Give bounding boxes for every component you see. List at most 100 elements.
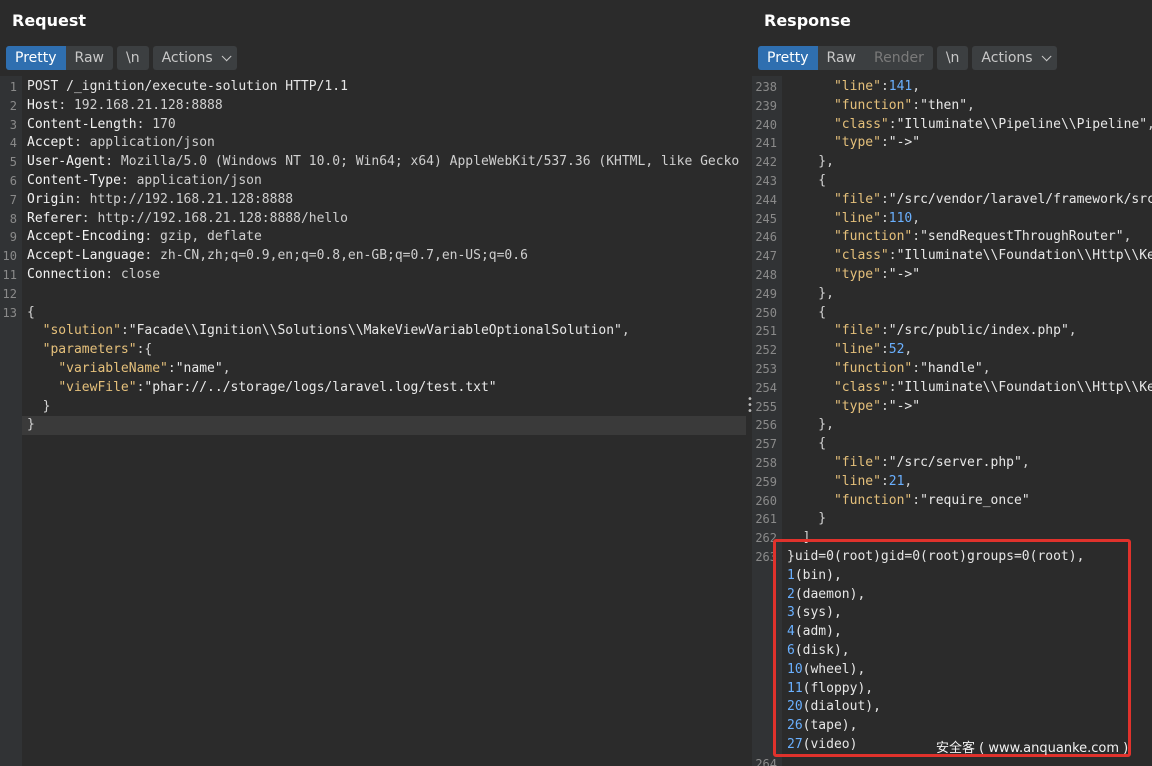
code-token: , [912,79,921,94]
code-line: 3(sys), [752,604,1152,623]
code-token: "->" [888,135,921,151]
code-line: 10(wheel), [752,661,1152,680]
line-number: 9 [9,230,17,245]
drag-handle-icon[interactable]: • • • [747,395,753,417]
line-number: 11 [2,267,17,282]
code-token: Origin [27,191,74,207]
line-text: "type":"->" [782,398,1152,417]
line-text: "file":"/src/server.php", [782,454,1152,473]
response-tab-raw[interactable]: Raw [818,46,865,70]
code-token: "file" [833,191,881,207]
line-number: 258 [755,455,777,470]
request-editor[interactable]: 1 POST /_ignition/execute-solution HTTP/1… [0,76,746,766]
code-token: { [787,172,827,188]
code-line: 249 }, [752,285,1152,304]
code-token: "handle" [920,360,983,376]
line-number: 243 [755,173,777,188]
code-token: , [1123,229,1132,245]
code-token: (tape), [802,718,858,734]
response-tab-pretty[interactable]: Pretty [758,46,818,70]
code-line: 255 "type":"->" [752,398,1152,417]
request-code[interactable]: 1 POST /_ignition/execute-solution HTTP/1… [0,78,746,436]
response-newline-toggle[interactable]: \n [936,46,969,70]
request-newline-toggle[interactable]: \n [116,46,149,70]
line-text: { [782,435,1152,454]
code-token: }, [787,154,834,170]
code-token: "->" [888,398,921,414]
code-token: { [787,304,827,320]
line-text: "type":"->" [782,134,1152,153]
line-number [752,661,782,680]
response-tab-render[interactable]: Render [865,46,933,70]
code-token: "sendRequestThroughRouter" [920,229,1124,245]
response-view-tabs: Pretty Raw Render [758,46,933,70]
code-line: 12 [0,285,746,304]
code-token: 21 [888,473,905,489]
code-token: "solution" [42,323,121,339]
code-token: , [222,360,231,376]
line-number: 244 [755,192,777,207]
line-text [22,285,746,304]
response-editor[interactable]: 238 "line":141, 239 "function":"then", 240… [752,76,1152,766]
code-line: 242 }, [752,153,1152,172]
code-token: Content-Type [27,172,121,188]
line-text: Accept-Language: zh-CN,zh;q=0.9,en;q=0.8… [22,247,746,266]
code-token: , [1021,454,1030,470]
code-token: : [880,454,889,470]
line-number [752,604,782,623]
line-number: 250 [755,305,777,320]
code-line: 245 "line":110, [752,210,1152,229]
line-number: 241 [755,136,777,151]
code-token: : [912,97,921,113]
line-number [752,736,782,755]
code-token: : application/json [120,172,262,188]
line-number: 8 [9,211,17,226]
line-number: 255 [755,399,777,414]
request-actions-button[interactable]: Actions [152,46,237,70]
code-token: 26 [787,718,803,734]
code-line: 3 Content-Length: 170 [0,116,746,135]
code-token: : zh-CN,zh;q=0.9,en;q=0.8,en-GB;q=0.7,en… [144,248,528,264]
line-text: Host: 192.168.21.128:8888 [22,97,746,116]
line-number [752,567,782,586]
code-token: : [888,116,897,132]
request-toolbar: Pretty Raw \n Actions [6,46,237,72]
code-token: } [27,417,35,433]
code-token: : [880,342,889,358]
line-number: 248 [755,267,777,282]
line-number: 5 [9,155,17,170]
code-token: User-Agent [27,154,106,170]
line-text: } [22,416,746,436]
code-token: : http://192.168.21.128:8888/hello [81,210,348,226]
request-actions-label: Actions [161,50,213,66]
code-token: : [167,360,176,376]
code-token: "line" [833,342,881,358]
code-line: 264 [752,755,1152,766]
line-number: 256 [755,418,777,433]
code-line: 253 "function":"handle", [752,360,1152,379]
response-actions-button[interactable]: Actions [972,46,1057,70]
code-line: 10 Accept-Language: zh-CN,zh;q=0.9,en;q=0… [0,247,746,266]
code-token: : [880,266,889,282]
code-token: : [880,79,889,94]
code-token: , [621,323,630,339]
request-tab-raw[interactable]: Raw [66,46,113,70]
response-code[interactable]: 238 "line":141, 239 "function":"then", 240… [752,78,1152,766]
line-number: 259 [755,474,777,489]
response-title: Response [764,11,851,30]
code-token: "name" [175,360,223,376]
line-number: 254 [755,380,777,395]
request-tab-pretty[interactable]: Pretty [6,46,66,70]
line-number: 257 [755,437,777,452]
line-number [752,623,782,642]
code-token: "file" [833,323,881,339]
code-token: "function" [833,229,913,245]
code-line: 9 Accept-Encoding: gzip, deflate [0,228,746,247]
